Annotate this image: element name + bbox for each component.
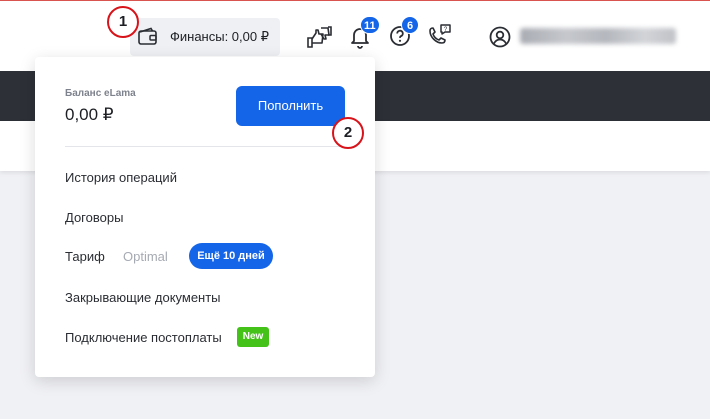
thumbs-feedback-icon	[307, 26, 332, 48]
menu-item-closing-documents[interactable]: Закрывающие документы	[65, 290, 221, 305]
user-icon[interactable]	[489, 26, 511, 48]
tariff-value: Optimal	[123, 249, 168, 264]
annotation-marker-2: 2	[332, 117, 364, 149]
help-count-badge: 6	[401, 16, 419, 34]
balance-value: 0,00 ₽	[65, 105, 114, 124]
menu-item-operations-history[interactable]: История операций	[65, 170, 177, 185]
wallet-icon	[138, 27, 157, 45]
finance-button-label: Финансы: 0,00 ₽	[170, 29, 269, 44]
topup-button[interactable]: Пополнить	[236, 86, 345, 126]
phone-support-button[interactable]: ?	[427, 23, 453, 49]
menu-item-postpayment[interactable]: Подключение постоплаты	[65, 330, 222, 345]
user-name-blurred[interactable]	[520, 28, 676, 44]
feedback-button[interactable]	[305, 24, 333, 50]
balance-label: Баланс eLama	[65, 88, 136, 99]
dropdown-divider	[65, 146, 345, 147]
finance-button[interactable]: Финансы: 0,00 ₽	[130, 18, 280, 56]
phone-support-icon: ?	[429, 24, 451, 44]
annotation-marker-1: 1	[107, 6, 139, 38]
tariff-days-badge[interactable]: Ещё 10 дней	[189, 243, 273, 269]
tariff-label: Тариф	[65, 249, 105, 264]
new-badge: New	[237, 327, 269, 347]
notifications-count-badge: 11	[360, 16, 380, 34]
finance-dropdown: Баланс eLama 0,00 ₽ Пополнить История оп…	[35, 57, 375, 377]
menu-item-contracts[interactable]: Договоры	[65, 210, 123, 225]
